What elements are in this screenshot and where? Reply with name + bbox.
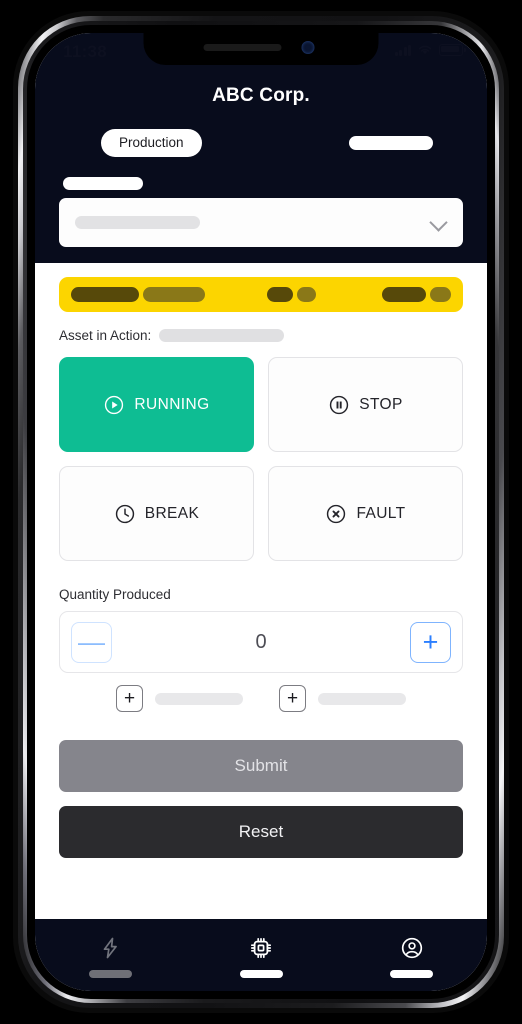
nav-label-redacted [239, 970, 283, 978]
tab-secondary-redacted[interactable] [349, 136, 433, 150]
quantity-value: 0 [255, 630, 267, 653]
play-circle-icon [105, 395, 124, 414]
status-button-label: BREAK [144, 504, 200, 522]
clock-icon [115, 504, 134, 523]
mini-add-button-2[interactable]: + [279, 685, 306, 712]
account-circle-icon [401, 937, 422, 959]
mini-add-button-1[interactable]: + [116, 685, 143, 712]
mini-action-label-redacted-2 [318, 692, 406, 705]
nav-item-account[interactable] [336, 919, 487, 991]
tab-production[interactable]: Production [101, 129, 202, 157]
display-notch [143, 33, 379, 65]
status-bar: 11:38 [35, 33, 487, 75]
front-camera-icon [301, 41, 315, 54]
status-button-stop[interactable]: STOP [268, 357, 463, 452]
status-button-running[interactable]: RUNNING [59, 357, 254, 452]
nav-item-assets[interactable] [186, 919, 337, 991]
battery-icon [439, 44, 466, 56]
earpiece-speaker [203, 44, 282, 51]
status-button-break[interactable]: BREAK [59, 466, 254, 561]
page-title: ABC Corp. [212, 85, 310, 106]
chevron-down-icon [430, 214, 447, 231]
nav-label-redacted [88, 970, 132, 978]
bottom-navigation-bar [35, 919, 487, 991]
status-button-label: STOP [359, 395, 403, 413]
quantity-produced-label: Quantity Produced [59, 587, 171, 602]
quantity-decrement-button[interactable]: — [71, 621, 112, 663]
submit-button[interactable]: Submit [59, 740, 463, 792]
pause-circle-icon [330, 395, 349, 414]
lightning-bolt-icon [103, 937, 118, 959]
screenshot-stage: 11:38 ABC Corp. Production Asset in Acti… [0, 0, 522, 1024]
quantity-stepper: — 0 + [59, 611, 463, 673]
quantity-increment-button[interactable]: + [410, 621, 451, 663]
status-button-fault[interactable]: FAULT [268, 466, 463, 561]
select-field-label-redacted [63, 177, 143, 190]
select-value-redacted [75, 216, 200, 229]
header-tabs-row: Production [35, 127, 487, 159]
banner-redacted-chunk [71, 287, 140, 302]
asset-in-action-row: Asset in Action: [59, 328, 463, 343]
cpu-chip-icon [250, 937, 272, 959]
asset-in-action-value-redacted [159, 329, 285, 342]
cellular-signal-icon [394, 44, 411, 56]
mini-action-label-redacted-1 [155, 692, 243, 705]
app-header: ABC Corp. Production [35, 75, 487, 263]
banner-redacted-chunk [266, 287, 293, 302]
wifi-icon [418, 45, 432, 55]
status-bar-time: 11:38 [63, 42, 108, 61]
status-bar-indicators [394, 44, 466, 56]
alert-banner [59, 277, 463, 312]
banner-redacted-chunk [382, 287, 426, 302]
phone-screen: 11:38 ABC Corp. Production Asset in Acti… [35, 33, 487, 991]
nav-item-activity[interactable] [35, 919, 186, 991]
mini-action-row: + + [59, 685, 463, 712]
banner-redacted-chunk [429, 287, 451, 302]
status-button-grid: RUNNING STOP BREAK FAULT [59, 357, 463, 561]
status-button-label: FAULT [356, 504, 406, 522]
reset-button[interactable]: Reset [59, 806, 463, 858]
main-content: Asset in Action: RUNNING STOP BREAK FAUL… [35, 263, 487, 903]
asset-in-action-label: Asset in Action: [59, 328, 152, 343]
banner-redacted-chunk [296, 287, 317, 302]
asset-select-dropdown[interactable] [59, 198, 463, 247]
nav-label-redacted [390, 970, 434, 978]
banner-redacted-chunk [143, 287, 205, 302]
status-button-label: RUNNING [134, 395, 210, 413]
x-circle-icon [327, 504, 346, 523]
